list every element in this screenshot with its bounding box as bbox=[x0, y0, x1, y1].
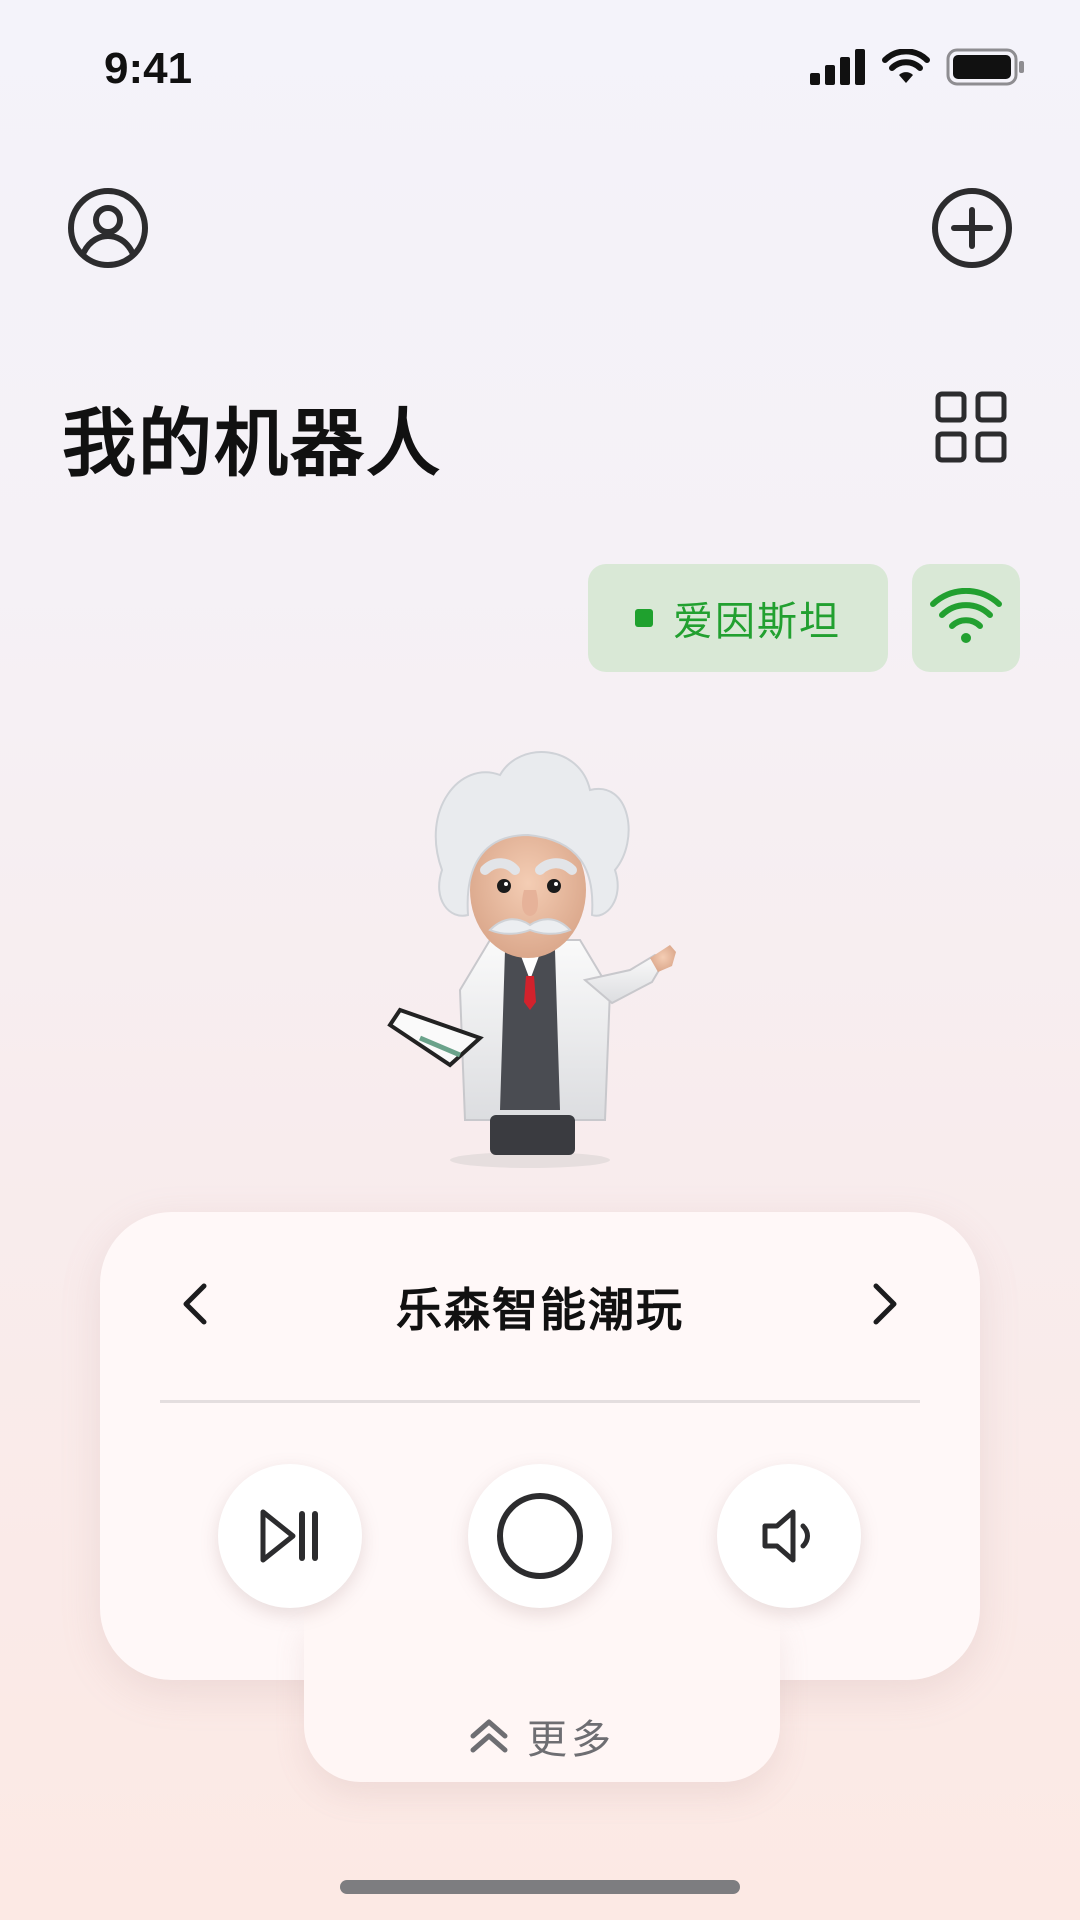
profile-icon bbox=[68, 188, 148, 268]
more-label: 更多 bbox=[527, 1717, 615, 1763]
record-icon bbox=[497, 1493, 583, 1579]
wifi-button[interactable] bbox=[912, 564, 1020, 672]
more-button[interactable]: 更多 bbox=[304, 1706, 780, 1766]
more-tab-bridge bbox=[304, 1600, 780, 1680]
play-pause-icon bbox=[260, 1509, 318, 1563]
device-status-dot bbox=[635, 609, 653, 627]
track-title: 乐森智能潮玩 bbox=[396, 1283, 684, 1337]
cellular-signal-icon bbox=[810, 49, 865, 85]
next-button[interactable] bbox=[852, 1272, 916, 1336]
battery-icon bbox=[946, 48, 1024, 86]
add-icon bbox=[932, 188, 1012, 268]
record-button[interactable] bbox=[468, 1464, 612, 1608]
wifi-status-icon bbox=[882, 49, 930, 83]
device-name: 爱因斯坦 bbox=[673, 599, 841, 645]
chevron-right-icon bbox=[873, 1283, 897, 1325]
device-selector[interactable]: 爱因斯坦 bbox=[588, 564, 888, 672]
grid-icon bbox=[935, 391, 1007, 463]
track-row: 乐森智能潮玩 bbox=[100, 1212, 980, 1402]
volume-button[interactable] bbox=[717, 1464, 861, 1608]
robot-figure-image bbox=[387, 751, 676, 1168]
add-robot-button[interactable] bbox=[930, 186, 1014, 270]
wifi-icon bbox=[930, 588, 1002, 643]
profile-button[interactable] bbox=[66, 186, 150, 270]
chevron-double-up-icon bbox=[470, 1719, 508, 1753]
card-divider bbox=[160, 1400, 920, 1403]
home-indicator[interactable] bbox=[340, 1880, 740, 1894]
play-pause-button[interactable] bbox=[218, 1464, 362, 1608]
volume-icon bbox=[762, 1509, 810, 1563]
status-icons bbox=[810, 48, 1026, 86]
status-bar: 9:41 bbox=[0, 0, 1080, 140]
page-title: 我的机器人 bbox=[62, 401, 442, 487]
status-time: 9:41 bbox=[104, 44, 193, 93]
grid-view-button[interactable] bbox=[934, 390, 1008, 464]
